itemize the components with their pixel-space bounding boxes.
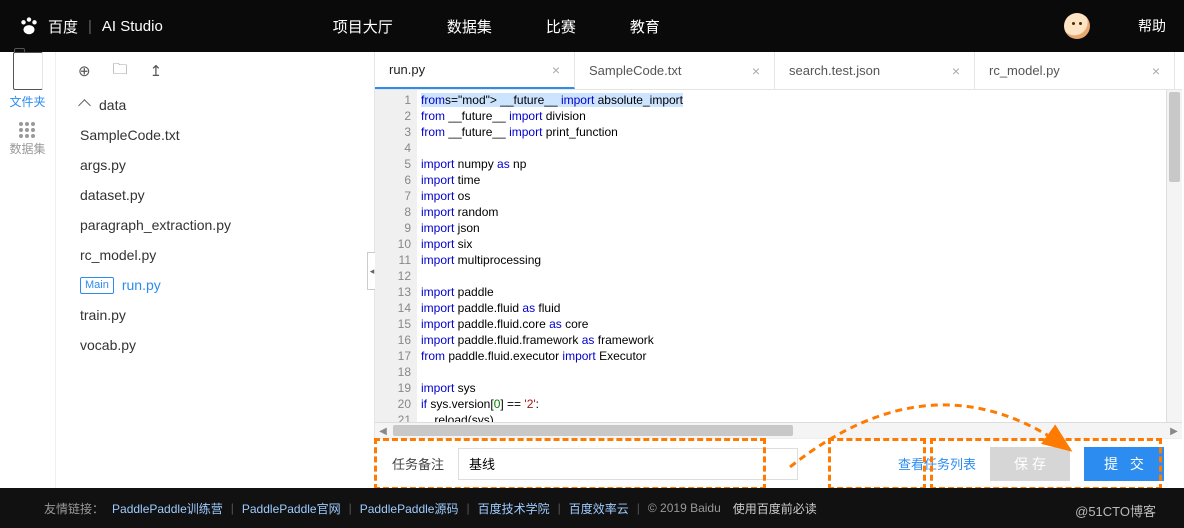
line-gutter: 123456789101112131415161718192021222324 (375, 90, 417, 422)
strip-dataset[interactable]: 数据集 (0, 110, 55, 168)
footer-terms[interactable]: 使用百度前必读 (733, 500, 817, 517)
logo-text-cn: 百度 (48, 16, 78, 37)
tree-item[interactable]: rc_model.py (58, 240, 372, 270)
help-link[interactable]: 帮助 (1138, 16, 1166, 36)
nav-education[interactable]: 教育 (630, 16, 660, 37)
tree-item[interactable]: train.py (58, 300, 372, 330)
main-file-label: run.py (122, 277, 161, 293)
editor-tabs: run.py× SampleCode.txt× search.test.json… (375, 52, 1182, 90)
baidu-paw-icon (18, 15, 40, 37)
footer-lead: 友情链接： (44, 500, 104, 517)
tab-rc-model[interactable]: rc_model.py× (975, 52, 1175, 89)
watermark: @51CTO博客 (1075, 501, 1156, 520)
editor-pane: ◂ run.py× SampleCode.txt× search.test.js… (374, 52, 1182, 438)
vertical-scrollbar[interactable] (1166, 90, 1182, 422)
tree-item-main[interactable]: Main run.py (58, 270, 372, 300)
tree-item[interactable]: vocab.py (58, 330, 372, 360)
footer-link[interactable]: PaddlePaddle官网 (242, 500, 341, 517)
main-badge: Main (80, 277, 114, 294)
strip-files[interactable]: 文件夹 (0, 52, 55, 110)
close-icon[interactable]: × (552, 62, 560, 78)
code-content[interactable]: froms="mod"> __future__ import absolute_… (417, 90, 1182, 422)
tree-item[interactable]: dataset.py (58, 180, 372, 210)
upload-icon[interactable]: ↥ (150, 62, 163, 80)
code-area[interactable]: 123456789101112131415161718192021222324 … (375, 90, 1182, 422)
tree-item[interactable]: paragraph_extraction.py (58, 210, 372, 240)
scroll-right-icon[interactable]: ▶ (1166, 423, 1182, 439)
dataset-icon (19, 122, 37, 137)
tree-item[interactable]: SampleCode.txt (58, 120, 372, 150)
tab-search-json[interactable]: search.test.json× (775, 52, 975, 89)
horizontal-scrollbar[interactable]: ◀ ▶ (375, 422, 1182, 438)
view-tasks-link[interactable]: 查看任务列表 (898, 454, 976, 473)
logo-separator: | (88, 18, 92, 35)
nav-competition[interactable]: 比赛 (546, 16, 576, 37)
top-nav: 项目大厅 数据集 比赛 教育 (333, 16, 660, 37)
scroll-thumb[interactable] (1169, 92, 1180, 182)
tree-toolbar: ⊕ 🗀 ↥ (56, 52, 374, 90)
tab-run-py[interactable]: run.py× (375, 52, 575, 89)
close-icon[interactable]: × (752, 63, 760, 79)
logo-text-studio: AI Studio (102, 18, 163, 35)
side-strip: 文件夹 数据集 (0, 52, 56, 488)
footer-copyright: © 2019 Baidu (648, 501, 721, 515)
scroll-left-icon[interactable]: ◀ (375, 423, 391, 439)
strip-dataset-label: 数据集 (9, 140, 45, 157)
avatar[interactable] (1064, 13, 1090, 39)
strip-files-label: 文件夹 (9, 93, 45, 110)
scroll-thumb[interactable] (393, 425, 793, 436)
task-note-label: 任务备注 (392, 454, 444, 473)
tree-item[interactable]: args.py (58, 150, 372, 180)
nav-datasets[interactable]: 数据集 (447, 16, 492, 37)
file-tree: ⊕ 🗀 ↥ data SampleCode.txt args.py datase… (56, 52, 374, 488)
close-icon[interactable]: × (952, 63, 960, 79)
nav-projects[interactable]: 项目大厅 (333, 16, 393, 37)
footer-link[interactable]: PaddlePaddle源码 (360, 500, 459, 517)
close-icon[interactable]: × (1152, 63, 1160, 79)
logo[interactable]: 百度 | AI Studio (18, 15, 163, 37)
tree-folder-data[interactable]: data (58, 90, 372, 120)
footer-link[interactable]: 百度技术学院 (478, 500, 550, 517)
footer-link[interactable]: PaddlePaddle训练营 (112, 500, 223, 517)
footer-link[interactable]: 百度效率云 (569, 500, 629, 517)
folder-icon (13, 52, 43, 90)
folder-label: data (99, 97, 126, 113)
save-button[interactable]: 保存 (990, 447, 1070, 481)
submit-button[interactable]: 提 交 (1084, 447, 1164, 481)
action-bar: 任务备注 查看任务列表 保存 提 交 (374, 438, 1182, 488)
top-header: 百度 | AI Studio 项目大厅 数据集 比赛 教育 帮助 (0, 0, 1184, 52)
caret-icon (78, 99, 91, 112)
tab-samplecode[interactable]: SampleCode.txt× (575, 52, 775, 89)
new-file-icon[interactable]: ⊕ (78, 62, 91, 80)
task-note-input[interactable] (458, 448, 798, 480)
new-folder-icon[interactable]: 🗀 (113, 59, 128, 84)
footer: 友情链接： PaddlePaddle训练营| PaddlePaddle官网| P… (0, 488, 1184, 528)
